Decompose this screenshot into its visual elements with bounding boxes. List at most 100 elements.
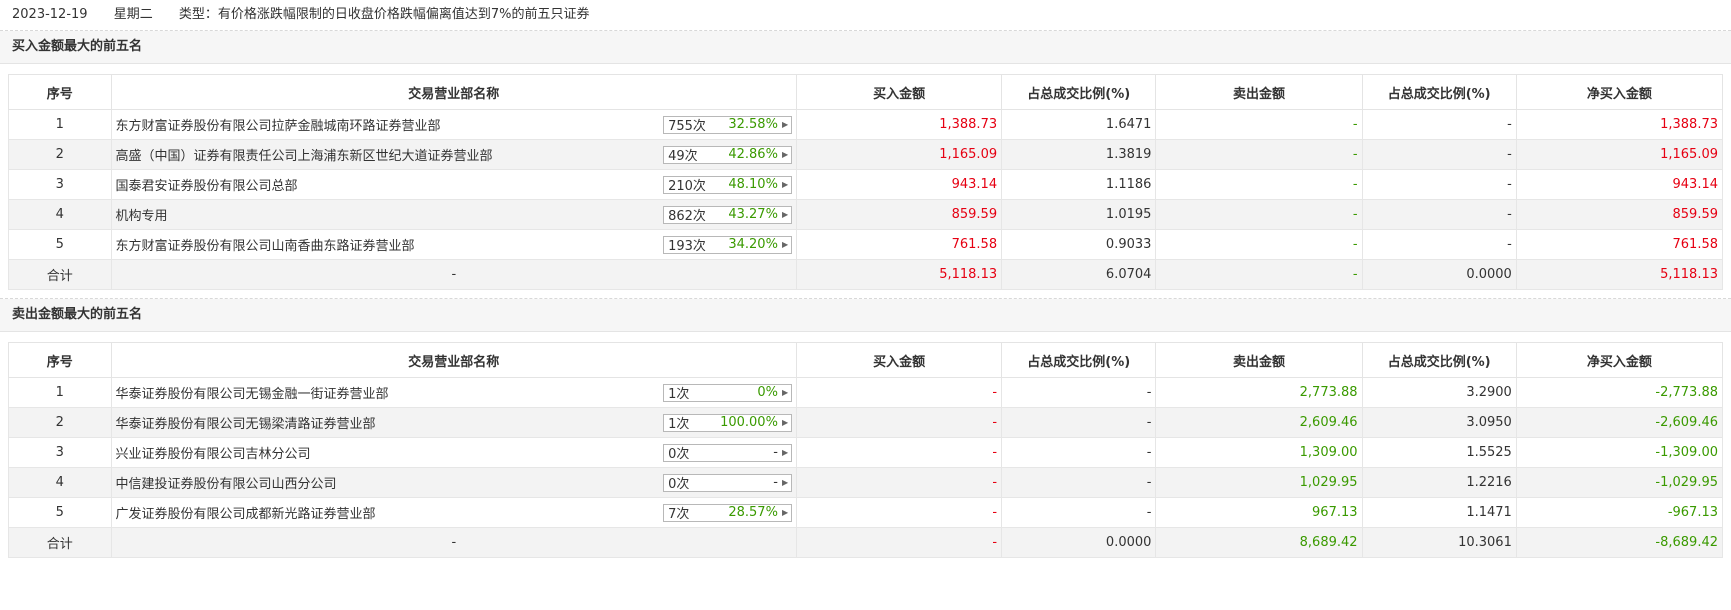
row-index: 4 — [8, 199, 112, 230]
chevron-right-icon: ▶ — [781, 388, 789, 397]
rank-stats-button[interactable]: 210次 48.10% ▶ — [663, 175, 793, 194]
net-buy-amount: -2,773.88 — [1515, 377, 1724, 408]
total-sell-ratio: 10.3061 — [1361, 527, 1517, 558]
rank-stats-button[interactable]: 755次 32.58% ▶ — [663, 115, 793, 134]
total-label: 合计 — [8, 259, 112, 290]
branch-cell: 华泰证券股份有限公司无锡梁清路证券营业部 1次 100.00% ▶ — [110, 407, 798, 438]
total-buy-amount: - — [796, 527, 1003, 558]
rank-stats-button[interactable]: 1次 100.00% ▶ — [663, 413, 793, 432]
rank-stats-button[interactable]: 7次 28.57% ▶ — [663, 503, 793, 522]
listing-count: 210次 — [668, 179, 706, 194]
table-row: 4 机构专用 862次 43.27% ▶ 859.59 1.0195- -859.59 — [8, 199, 1724, 230]
buy-amount: - — [796, 437, 1003, 468]
buy-ratio: 1.0195 — [1001, 199, 1157, 230]
branch-cell: 华泰证券股份有限公司无锡金融一街证券营业部 1次 0% ▶ — [110, 377, 798, 408]
row-index: 4 — [8, 467, 112, 498]
total-buy-ratio: 6.0704 — [1001, 259, 1157, 290]
net-buy-amount: 761.58 — [1515, 229, 1724, 260]
sell-ratio: - — [1361, 229, 1517, 260]
total-branch-name: - — [110, 527, 798, 558]
win-rate: 100.00% — [720, 415, 778, 430]
branch-cell: 机构专用 862次 43.27% ▶ — [110, 199, 798, 230]
buy-amount: 761.58 — [796, 229, 1003, 260]
col-sell-ratio: 占总成交比例(%) — [1361, 342, 1517, 378]
row-index: 5 — [8, 497, 112, 528]
buy-table: 序号 交易营业部名称 买入金额 占总成交比例(%) 卖出金额 占总成交比例(%)… — [8, 74, 1724, 290]
rank-stats-button[interactable]: 862次 43.27% ▶ — [663, 205, 793, 224]
branch-name-link[interactable]: 华泰证券股份有限公司无锡梁清路证券营业部 — [116, 413, 376, 432]
table-row: 3 兴业证券股份有限公司吉林分公司 0次 - ▶ - -1,309.00 1.5525 -1,3… — [8, 437, 1724, 468]
total-sell-ratio: 0.0000 — [1361, 259, 1517, 290]
sell-section-title: 卖出金额最大的前五名 — [0, 299, 1731, 332]
row-index: 2 — [8, 139, 112, 170]
listing-count: 7次 — [668, 507, 690, 522]
rank-stats-button[interactable]: 0次 - ▶ — [663, 443, 793, 462]
col-sell-ratio: 占总成交比例(%) — [1361, 74, 1517, 110]
branch-name-link[interactable]: 机构专用 — [116, 205, 168, 224]
col-index: 序号 — [8, 342, 112, 378]
total-net-buy-amount: 5,118.13 — [1515, 259, 1724, 290]
buy-table-header: 序号 交易营业部名称 买入金额 占总成交比例(%) 卖出金额 占总成交比例(%)… — [8, 74, 1724, 110]
type-description: 类型：有价格涨跌幅限制的日收盘价格跌幅偏离值达到7%的前五只证券 — [178, 7, 590, 22]
total-buy-ratio: 0.0000 — [1001, 527, 1157, 558]
rank-stats-button[interactable]: 49次 42.86% ▶ — [663, 145, 793, 164]
net-buy-amount: -1,309.00 — [1515, 437, 1724, 468]
buy-ratio: - — [1001, 407, 1157, 438]
sell-table: 序号 交易营业部名称 买入金额 占总成交比例(%) 卖出金额 占总成交比例(%)… — [8, 342, 1724, 558]
branch-name-link[interactable]: 华泰证券股份有限公司无锡金融一街证券营业部 — [116, 383, 389, 402]
col-net-buy: 净买入金额 — [1515, 342, 1724, 378]
win-rate: - — [773, 445, 778, 460]
sell-ratio: - — [1361, 199, 1517, 230]
sell-amount: 2,773.88 — [1155, 377, 1363, 408]
buy-ratio: - — [1001, 497, 1157, 528]
rank-stats-button[interactable]: 1次 0% ▶ — [663, 383, 793, 402]
buy-ratio: 1.3819 — [1001, 139, 1157, 170]
branch-cell: 东方财富证券股份有限公司拉萨金融城南环路证券营业部 755次 32.58% ▶ — [110, 109, 798, 140]
col-buy-ratio: 占总成交比例(%) — [1001, 342, 1157, 378]
buy-ratio: - — [1001, 467, 1157, 498]
buy-amount: - — [796, 497, 1003, 528]
branch-cell: 东方财富证券股份有限公司山南香曲东路证券营业部 193次 34.20% ▶ — [110, 229, 798, 260]
col-buy-amount: 买入金额 — [796, 342, 1003, 378]
branch-cell: 国泰君安证券股份有限公司总部 210次 48.10% ▶ — [110, 169, 798, 200]
branch-name-link[interactable]: 广发证券股份有限公司成都新光路证券营业部 — [116, 503, 376, 522]
net-buy-amount: 1,165.09 — [1515, 139, 1724, 170]
listing-count: 862次 — [668, 209, 706, 224]
chevron-right-icon: ▶ — [781, 508, 789, 517]
branch-name-link[interactable]: 东方财富证券股份有限公司山南香曲东路证券营业部 — [116, 235, 415, 254]
sell-amount: 967.13 — [1155, 497, 1363, 528]
sell-amount: 1,029.95 — [1155, 467, 1363, 498]
row-index: 1 — [8, 109, 112, 140]
sell-ratio: 1.5525 — [1361, 437, 1517, 468]
chevron-right-icon: ▶ — [781, 418, 789, 427]
branch-name-link[interactable]: 中信建投证券股份有限公司山西分公司 — [116, 473, 337, 492]
trade-date: 2023-12-19 — [12, 7, 88, 22]
sell-ratio: 1.2216 — [1361, 467, 1517, 498]
listing-count: 1次 — [668, 387, 690, 402]
total-label: 合计 — [8, 527, 112, 558]
col-branch-name: 交易营业部名称 — [110, 74, 798, 110]
rank-stats-button[interactable]: 193次 34.20% ▶ — [663, 235, 793, 254]
net-buy-amount: 1,388.73 — [1515, 109, 1724, 140]
total-buy-amount: 5,118.13 — [796, 259, 1003, 290]
branch-name-link[interactable]: 兴业证券股份有限公司吉林分公司 — [116, 443, 311, 462]
total-branch-name: - — [110, 259, 798, 290]
table-row: 5 东方财富证券股份有限公司山南香曲东路证券营业部 193次 34.20% ▶ 761.5… — [8, 229, 1724, 260]
weekday: 星期二 — [113, 7, 153, 22]
listing-count: 193次 — [668, 239, 706, 254]
net-buy-amount: -967.13 — [1515, 497, 1724, 528]
buy-amount: - — [796, 377, 1003, 408]
sell-amount: 2,609.46 — [1155, 407, 1363, 438]
branch-name-link[interactable]: 国泰君安证券股份有限公司总部 — [116, 175, 298, 194]
branch-cell: 高盛（中国）证券有限责任公司上海浦东新区世纪大道证券营业部 49次 42.86% ▶ — [110, 139, 798, 170]
listing-count: 1次 — [668, 417, 690, 432]
branch-name-link[interactable]: 高盛（中国）证券有限责任公司上海浦东新区世纪大道证券营业部 — [116, 145, 493, 164]
info-bar: 2023-12-19 星期二 类型：有价格涨跌幅限制的日收盘价格跌幅偏离值达到7… — [0, 0, 1731, 31]
rank-stats-button[interactable]: 0次 - ▶ — [663, 473, 793, 492]
buy-amount: - — [796, 407, 1003, 438]
col-sell-amount: 卖出金额 — [1155, 342, 1363, 378]
sell-ratio: - — [1361, 109, 1517, 140]
branch-name-link[interactable]: 东方财富证券股份有限公司拉萨金融城南环路证券营业部 — [116, 115, 441, 134]
chevron-right-icon: ▶ — [781, 240, 789, 249]
net-buy-amount: 859.59 — [1515, 199, 1724, 230]
